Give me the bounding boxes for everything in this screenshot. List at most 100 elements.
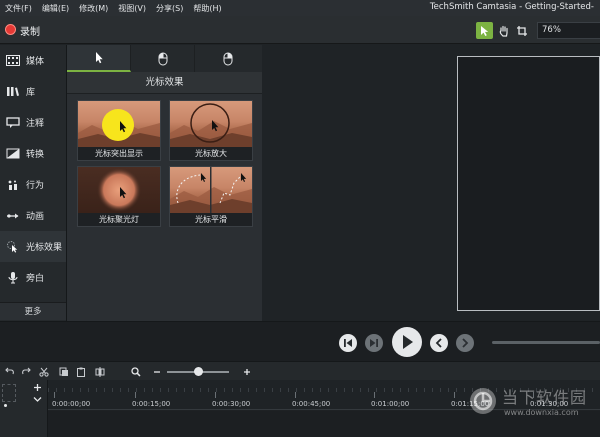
window-title: TechSmith Camtasia - Getting-Started-: [429, 2, 594, 12]
redo-button[interactable]: [19, 365, 32, 378]
search-icon: [130, 366, 141, 377]
sidebar-item-label: 旁白: [26, 274, 45, 284]
ruler-tick: [54, 392, 55, 398]
copy-button[interactable]: [57, 365, 70, 378]
sidebar-item-label: 动画: [26, 212, 45, 222]
menu-share[interactable]: 分享(S): [151, 3, 188, 14]
step-forward-button[interactable]: [365, 334, 383, 352]
record-icon[interactable]: [5, 24, 16, 35]
effect-label: 光标放大: [195, 149, 227, 158]
tab-right-click-effects[interactable]: [196, 45, 260, 72]
effect-thumbnail: [170, 101, 252, 147]
step-forward-icon: [370, 339, 378, 347]
menu-edit[interactable]: 编辑(E): [37, 3, 74, 14]
video-canvas[interactable]: [457, 56, 600, 311]
effect-thumbnail: [78, 167, 160, 213]
more-button[interactable]: 更多: [0, 302, 66, 320]
track-dot: [4, 404, 7, 407]
menu-view[interactable]: 视图(V): [113, 3, 151, 14]
play-button[interactable]: [392, 327, 422, 357]
ruler-tick-label: 0:01:00;00: [371, 400, 410, 408]
crop-tool-button[interactable]: [513, 22, 530, 39]
film-icon: [0, 45, 26, 76]
microphone-icon: [0, 262, 26, 293]
paste-icon: [76, 367, 85, 377]
sidebar-item-animations[interactable]: 动画: [0, 200, 66, 231]
sidebar-item-label: 光标效果: [26, 243, 63, 253]
menu-modify[interactable]: 修改(M): [74, 3, 113, 14]
sidebar-item-label: 注释: [26, 119, 45, 129]
effect-label: 光标聚光灯: [99, 215, 139, 224]
effect-cursor-magnify[interactable]: 光标放大: [169, 100, 253, 161]
ruler-tick-label: 0:00:00;00: [52, 400, 91, 408]
ruler-tick: [135, 392, 136, 398]
split-icon: [95, 366, 104, 377]
menu-bar: 文件(F) 编辑(E) 修改(M) 视图(V) 分享(S) 帮助(H) Tech…: [0, 0, 600, 16]
ruler-tick: [374, 392, 375, 398]
watermark-logo-icon: [470, 388, 496, 414]
ruler-tick-label: 0:00:15;00: [132, 400, 171, 408]
next-marker-button[interactable]: [456, 334, 474, 352]
sidebar-item-label: 媒体: [26, 57, 45, 67]
animation-icon: [0, 200, 26, 231]
record-button[interactable]: 录制: [20, 23, 40, 38]
sidebar-item-media[interactable]: 媒体: [0, 45, 66, 76]
sidebar-item-voice-narration[interactable]: 旁白: [0, 262, 66, 293]
sidebar-item-behaviors[interactable]: 行为: [0, 169, 66, 200]
playback-controls: [0, 321, 600, 361]
cut-button[interactable]: [37, 365, 50, 378]
timeline-toolbar: [0, 361, 600, 380]
sidebar-item-annotations[interactable]: 注释: [0, 107, 66, 138]
zoom-slider-handle[interactable]: [194, 367, 203, 376]
zoom-level-dropdown[interactable]: 76%: [537, 22, 600, 39]
sidebar-item-label: 库: [26, 88, 36, 98]
chevron-down-icon[interactable]: [33, 396, 42, 403]
step-back-button[interactable]: [339, 334, 357, 352]
scissors-icon: [38, 367, 49, 377]
main-toolbar: 录制 76%: [0, 16, 600, 44]
effect-thumbnail: [78, 101, 160, 147]
previous-marker-button[interactable]: [430, 334, 448, 352]
plus-icon: [243, 368, 250, 375]
effect-cursor-highlight[interactable]: 光标突出显示: [77, 100, 161, 161]
effect-cursor-smoothing[interactable]: 光标平滑: [169, 166, 253, 227]
menu-file[interactable]: 文件(F): [0, 3, 37, 14]
sidebar-item-cursor-effects[interactable]: 光标效果: [0, 231, 66, 262]
watermark-brand: 当下软件园: [502, 388, 588, 407]
tools-sidebar: 媒体 库 注释 转换 行为 动画 光标效果 旁白 更多: [0, 45, 67, 321]
zoom-out-button[interactable]: [150, 365, 163, 378]
ruler-tick-label: 0:00:45;00: [292, 400, 331, 408]
library-icon: [0, 76, 26, 107]
copy-icon: [59, 367, 68, 376]
zoom-in-button[interactable]: [240, 365, 253, 378]
split-button[interactable]: [93, 365, 106, 378]
effect-cursor-spotlight[interactable]: 光标聚光灯: [77, 166, 161, 227]
pan-tool-button[interactable]: [495, 22, 512, 39]
cursor-effects-icon: [0, 231, 26, 262]
select-tool-button[interactable]: [476, 22, 493, 39]
undo-button[interactable]: [3, 365, 16, 378]
tab-left-click-effects[interactable]: [131, 45, 195, 72]
transition-icon: [0, 138, 26, 169]
add-track-icon[interactable]: [33, 383, 42, 392]
effect-label: 光标突出显示: [95, 149, 143, 158]
effect-tabs: [67, 45, 262, 72]
minus-icon: [153, 370, 160, 373]
ruler-tick-label: 0:00:30;00: [212, 400, 251, 408]
paste-button[interactable]: [74, 365, 87, 378]
ruler-tick: [295, 392, 296, 398]
playback-scrubber[interactable]: [492, 341, 600, 344]
sidebar-item-transitions[interactable]: 转换: [0, 138, 66, 169]
tab-cursor-effects[interactable]: [67, 45, 131, 72]
crop-icon: [516, 25, 527, 36]
mouse-right-click-icon: [223, 52, 233, 65]
annotation-icon: [0, 107, 26, 138]
zoom-search-button[interactable]: [129, 365, 142, 378]
effect-thumbnail: [170, 167, 252, 213]
step-back-icon: [344, 339, 352, 347]
sidebar-item-library[interactable]: 库: [0, 76, 66, 107]
ruler-tick: [215, 392, 216, 398]
track-lock-area[interactable]: [2, 384, 16, 402]
canvas-area: [263, 45, 600, 321]
menu-help[interactable]: 帮助(H): [188, 3, 226, 14]
